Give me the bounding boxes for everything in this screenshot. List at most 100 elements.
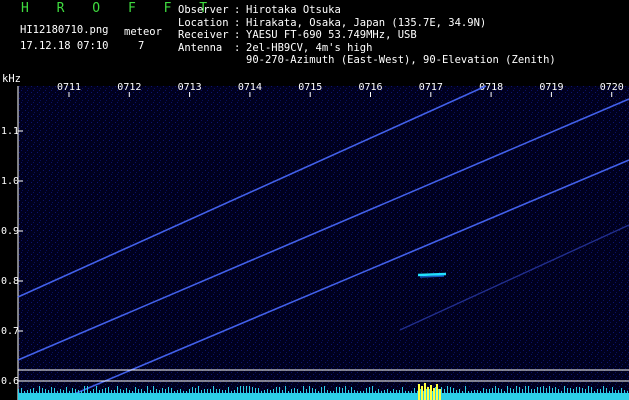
- baseline-spike: [138, 389, 139, 393]
- spectrogram-plot: 0711 0712 0713 0714 0715 0716 0717 0718 0719 0720…: [1, 82, 629, 400]
- baseline-spike: [252, 387, 253, 393]
- baseline-spike: [78, 390, 79, 393]
- baseline-spike: [426, 389, 427, 393]
- time-tick-label: 0720: [600, 82, 624, 93]
- time-tick-label: 0711: [57, 82, 81, 93]
- baseline-spike: [132, 391, 133, 393]
- baseline-spike: [336, 387, 337, 393]
- baseline-spike: [522, 389, 523, 393]
- baseline-spike: [267, 389, 268, 393]
- burst-bar: [439, 389, 441, 400]
- baseline-spike: [441, 387, 442, 393]
- axis-unit: kHz: [2, 73, 21, 85]
- baseline-spike: [126, 388, 127, 393]
- baseline-spike: [330, 391, 331, 393]
- time-tick-label: 0715: [298, 82, 322, 93]
- baseline-spike: [516, 386, 517, 393]
- baseline-spike: [66, 387, 67, 393]
- baseline-spike: [327, 390, 328, 393]
- burst-bar: [433, 388, 435, 400]
- baseline-spike: [558, 389, 559, 393]
- baseline-spike: [594, 391, 595, 393]
- baseline-spike: [153, 386, 154, 393]
- baseline-spike: [300, 391, 301, 393]
- baseline-spike: [588, 386, 589, 393]
- baseline-spike: [150, 390, 151, 393]
- baseline-spike: [174, 391, 175, 393]
- baseline-spike: [159, 390, 160, 393]
- baseline-spike: [609, 391, 610, 393]
- baseline-spike: [333, 391, 334, 393]
- baseline-spike: [141, 389, 142, 393]
- baseline-spike: [213, 386, 214, 393]
- baseline-spike: [492, 388, 493, 393]
- baseline-spike: [339, 387, 340, 393]
- baseline-spike: [366, 388, 367, 393]
- baseline-spike: [357, 391, 358, 393]
- baseline-spike: [309, 386, 310, 393]
- baseline-spike: [201, 390, 202, 393]
- baseline-spike: [63, 390, 64, 393]
- baseline-spike: [432, 391, 433, 393]
- baseline-spike: [264, 390, 265, 393]
- baseline-spike: [180, 389, 181, 393]
- baseline-spike: [96, 386, 97, 393]
- baseline-spike: [135, 387, 136, 393]
- baseline-spike: [93, 389, 94, 393]
- meteor-echo-glow: [419, 275, 445, 278]
- burst-bar: [418, 384, 420, 400]
- baseline-spike: [360, 391, 361, 393]
- baseline-spike: [27, 390, 28, 393]
- baseline-spike: [120, 389, 121, 393]
- baseline-spike: [471, 391, 472, 393]
- baseline-spike: [627, 391, 628, 393]
- baseline-spike: [384, 390, 385, 393]
- baseline-spike: [282, 390, 283, 393]
- baseline-spike: [546, 388, 547, 393]
- baseline-spike: [54, 388, 55, 393]
- baseline-spike: [579, 387, 580, 393]
- baseline-spike: [423, 391, 424, 393]
- baseline-spike: [480, 391, 481, 393]
- baseline-spike: [216, 389, 217, 393]
- baseline-spike: [231, 391, 232, 393]
- baseline-spike: [345, 386, 346, 393]
- baseline-spike: [291, 389, 292, 393]
- baseline-spike: [156, 389, 157, 393]
- baseline-spike: [396, 390, 397, 393]
- baseline-spike: [495, 386, 496, 393]
- time-tick-label: 0719: [539, 82, 563, 93]
- baseline-spike: [165, 389, 166, 393]
- baseline-spike: [534, 389, 535, 393]
- baseline-spike: [543, 386, 544, 393]
- baseline-spike: [288, 391, 289, 393]
- freq-tick-label: 0.7: [1, 326, 19, 337]
- baseline-spike: [513, 389, 514, 393]
- baseline-spike: [192, 387, 193, 393]
- baseline-spike: [570, 388, 571, 393]
- baseline-spike: [624, 390, 625, 393]
- burst-bar: [421, 386, 423, 400]
- baseline-spike: [123, 390, 124, 393]
- time-tick-label: 0717: [419, 82, 443, 93]
- baseline-spike: [393, 389, 394, 393]
- baseline-spike: [420, 389, 421, 393]
- baseline-spike: [210, 389, 211, 393]
- baseline-spike: [279, 387, 280, 393]
- baseline-spike: [237, 387, 238, 393]
- baseline-spike: [18, 389, 19, 393]
- baseline-spike: [510, 388, 511, 393]
- baseline-spike: [618, 390, 619, 393]
- baseline-spike: [375, 391, 376, 393]
- baseline-spike: [450, 387, 451, 393]
- baseline-spike: [567, 388, 568, 393]
- baseline-spike: [486, 389, 487, 393]
- baseline-spike: [444, 389, 445, 393]
- baseline-spike: [435, 387, 436, 393]
- baseline-spike: [99, 390, 100, 393]
- baseline-spike: [453, 388, 454, 393]
- freq-tick-label: 1.0: [1, 176, 19, 187]
- baseline-spike: [615, 390, 616, 393]
- freq-tick-label: 0.9: [1, 226, 19, 237]
- baseline-spike: [60, 389, 61, 393]
